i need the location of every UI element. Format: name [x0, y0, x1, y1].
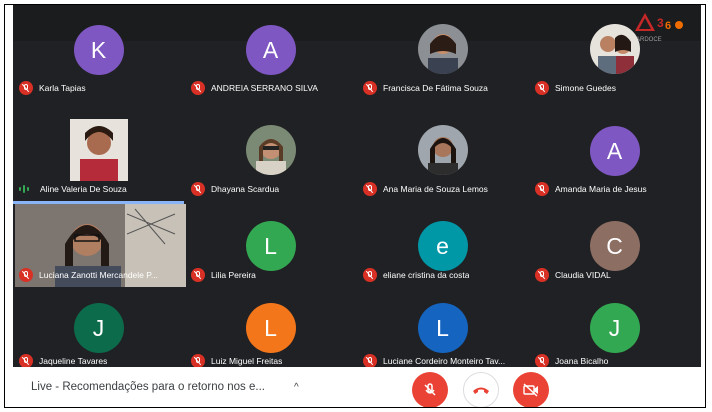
participant-name: Luciane Cordeiro Monteiro Tav... — [383, 355, 506, 366]
participant-tile[interactable]: A ANDREIA SERRANO SILVA — [185, 18, 356, 100]
participant-avatar: K — [73, 25, 124, 75]
camera-toggle-button[interactable] — [513, 372, 549, 407]
mic-off-icon — [191, 267, 205, 282]
participant-name: Francisca De Fátima Souza — [383, 82, 488, 93]
participant-avatar: e — [417, 221, 468, 271]
participant-name: Amanda Maria de Jesus — [555, 183, 647, 194]
participant-tile[interactable]: L Luiz Miguel Freitas — [185, 285, 356, 367]
participant-name: eliane cristina da costa — [383, 269, 470, 280]
participant-name: Karla Tapias — [39, 82, 86, 93]
participant-avatar: C — [589, 221, 640, 271]
participant-avatar: J — [73, 303, 124, 353]
speaking-indicator-icon — [19, 184, 35, 194]
participant-tile[interactable]: Dhayana Scardua — [185, 119, 356, 201]
participant-tile[interactable]: A Amanda Maria de Jesus — [529, 119, 700, 201]
participant-avatar: J — [589, 303, 640, 353]
mic-off-icon — [535, 267, 549, 282]
participant-avatar: L — [417, 303, 468, 353]
mic-off-icon — [363, 181, 377, 196]
mic-off-icon — [363, 267, 377, 282]
participant-grid: 3 6 ARDOCE K Karla Tapias A ANDREIA SERR… — [13, 5, 701, 367]
participant-tile[interactable]: Simone Guedes — [529, 18, 700, 100]
participant-tile[interactable]: C Claudia VIDAL — [529, 201, 700, 283]
participant-name: ANDREIA SERRANO SILVA — [211, 82, 318, 93]
mic-off-icon — [363, 80, 377, 95]
participant-photo — [245, 125, 296, 175]
participant-avatar: A — [245, 25, 296, 75]
participant-tile[interactable]: J Jaqueline Tavares — [13, 285, 184, 367]
call-end-icon — [473, 387, 489, 394]
participant-tile[interactable]: L Lilia Pereira — [185, 201, 356, 283]
participant-video — [70, 119, 128, 181]
participant-avatar: L — [245, 221, 296, 271]
participant-tile[interactable]: L Luciane Cordeiro Monteiro Tav... — [357, 285, 528, 367]
mic-off-icon — [191, 181, 205, 196]
participant-tile[interactable]: J Joana Bicalho — [529, 285, 700, 367]
mic-off-icon — [535, 181, 549, 196]
mic-off-icon — [19, 80, 33, 95]
mic-off-icon — [191, 353, 205, 367]
participant-tile[interactable]: Ana Maria de Souza Lemos — [357, 119, 528, 201]
mic-off-icon — [535, 353, 549, 367]
mic-off-icon — [19, 353, 33, 367]
mic-toggle-button[interactable] — [412, 372, 448, 407]
participant-tile[interactable]: Francisca De Fátima Souza — [357, 18, 528, 100]
hang-up-button[interactable] — [463, 372, 499, 407]
participant-name: Jaqueline Tavares — [39, 355, 108, 366]
mic-off-icon — [19, 267, 33, 282]
participant-tile[interactable]: e eliane cristina da costa — [357, 201, 528, 283]
participant-avatar: L — [245, 303, 296, 353]
participant-name: Luciana Zanotti Mercandele P... — [39, 269, 158, 280]
participant-name: Ana Maria de Souza Lemos — [383, 183, 488, 194]
mic-off-icon — [424, 383, 436, 396]
meeting-title[interactable]: Live - Recomendações para o retorno nos … — [31, 381, 265, 393]
participant-tile[interactable]: Aline Valeria De Souza — [13, 119, 184, 201]
participant-name: Claudia VIDAL — [555, 269, 611, 280]
participant-name: Simone Guedes — [555, 82, 616, 93]
participant-avatar: A — [589, 126, 640, 176]
participant-photo — [417, 125, 468, 175]
participant-name: Lilia Pereira — [211, 269, 256, 280]
mic-off-icon — [535, 80, 549, 95]
participant-name: Joana Bicalho — [555, 355, 609, 366]
participant-tile-active[interactable]: Luciana Zanotti Mercandele P... — [13, 201, 186, 287]
videocam-off-icon — [523, 383, 538, 397]
participant-name: Aline Valeria De Souza — [40, 183, 127, 194]
participant-photo — [589, 24, 640, 74]
chevron-up-icon[interactable]: ^ — [294, 382, 299, 393]
participant-name: Dhayana Scardua — [211, 183, 280, 194]
mic-off-icon — [191, 80, 205, 95]
meeting-controls-bar: Live - Recomendações para o retorno nos … — [5, 367, 705, 407]
mic-off-icon — [363, 353, 377, 367]
participant-photo — [417, 24, 468, 74]
participant-name: Luiz Miguel Freitas — [211, 355, 283, 366]
meet-window: 3 6 ARDOCE K Karla Tapias A ANDREIA SERR… — [4, 4, 706, 408]
participant-tile[interactable]: K Karla Tapias — [13, 18, 184, 100]
